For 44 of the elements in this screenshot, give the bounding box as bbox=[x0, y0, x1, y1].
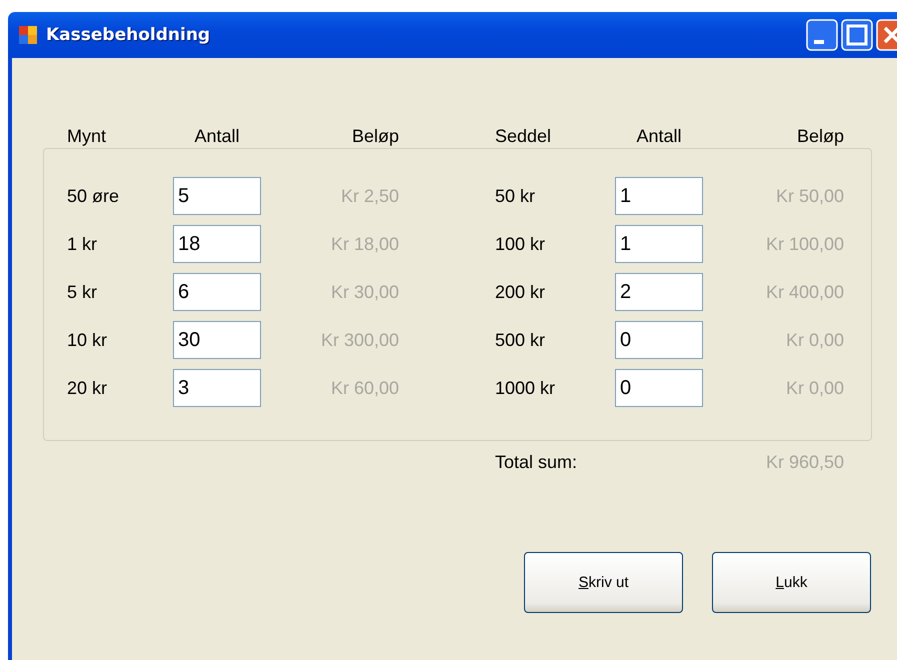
dialog-button[interactable]: Skriv ut bbox=[524, 552, 683, 613]
count-field[interactable]: 18 bbox=[173, 225, 261, 263]
amount-value: Kr 300,00 bbox=[320, 330, 399, 350]
total-value: Kr 960,50 bbox=[764, 452, 844, 472]
amount-value: Kr 30,00 bbox=[330, 282, 399, 302]
denomination-label: 50 kr bbox=[495, 186, 536, 206]
column-header: Beløp bbox=[350, 126, 399, 146]
amount-value: Kr 0,00 bbox=[784, 330, 844, 350]
count-field[interactable]: 6 bbox=[173, 273, 261, 311]
column-header: Antall bbox=[193, 126, 241, 146]
count-field[interactable]: 5 bbox=[173, 177, 261, 215]
count-field[interactable]: 30 bbox=[173, 321, 261, 359]
amount-value: Kr 18,00 bbox=[330, 234, 399, 254]
column-header: Seddel bbox=[495, 126, 552, 146]
amount-value: Kr 50,00 bbox=[774, 186, 844, 206]
count-field[interactable]: 1 bbox=[615, 225, 703, 263]
denomination-label: 20 kr bbox=[67, 378, 108, 398]
amount-value: Kr 60,00 bbox=[330, 378, 399, 398]
column-header: Mynt bbox=[67, 126, 108, 146]
app-icon bbox=[18, 25, 38, 45]
amount-value: Kr 0,00 bbox=[784, 378, 844, 398]
count-field[interactable]: 0 bbox=[615, 369, 703, 407]
count-field[interactable]: 2 bbox=[615, 273, 703, 311]
denomination-label: 500 kr bbox=[495, 330, 546, 350]
minimize-button[interactable] bbox=[806, 19, 838, 51]
count-field[interactable]: 1 bbox=[615, 177, 703, 215]
amount-value: Kr 400,00 bbox=[764, 282, 844, 302]
count-field[interactable]: 0 bbox=[615, 321, 703, 359]
denomination-label: 50 øre bbox=[67, 186, 120, 206]
dialog-button[interactable]: Lukk bbox=[712, 552, 871, 613]
denomination-label: 10 kr bbox=[67, 330, 108, 350]
denomination-label: 5 kr bbox=[67, 282, 98, 302]
column-header: Beløp bbox=[796, 126, 844, 146]
denomination-label: 1000 kr bbox=[495, 378, 556, 398]
amount-value: Kr 100,00 bbox=[764, 234, 844, 254]
maximize-button[interactable] bbox=[841, 19, 873, 51]
denomination-label: 100 kr bbox=[495, 234, 546, 254]
count-field[interactable]: 3 bbox=[173, 369, 261, 407]
window-title: Kassebeholdning bbox=[46, 25, 210, 45]
column-header: Antall bbox=[635, 126, 683, 146]
amount-value: Kr 2,50 bbox=[340, 186, 399, 206]
total-label: Total sum: bbox=[495, 452, 578, 472]
denomination-label: 1 kr bbox=[67, 234, 98, 254]
denomination-label: 200 kr bbox=[495, 282, 546, 302]
